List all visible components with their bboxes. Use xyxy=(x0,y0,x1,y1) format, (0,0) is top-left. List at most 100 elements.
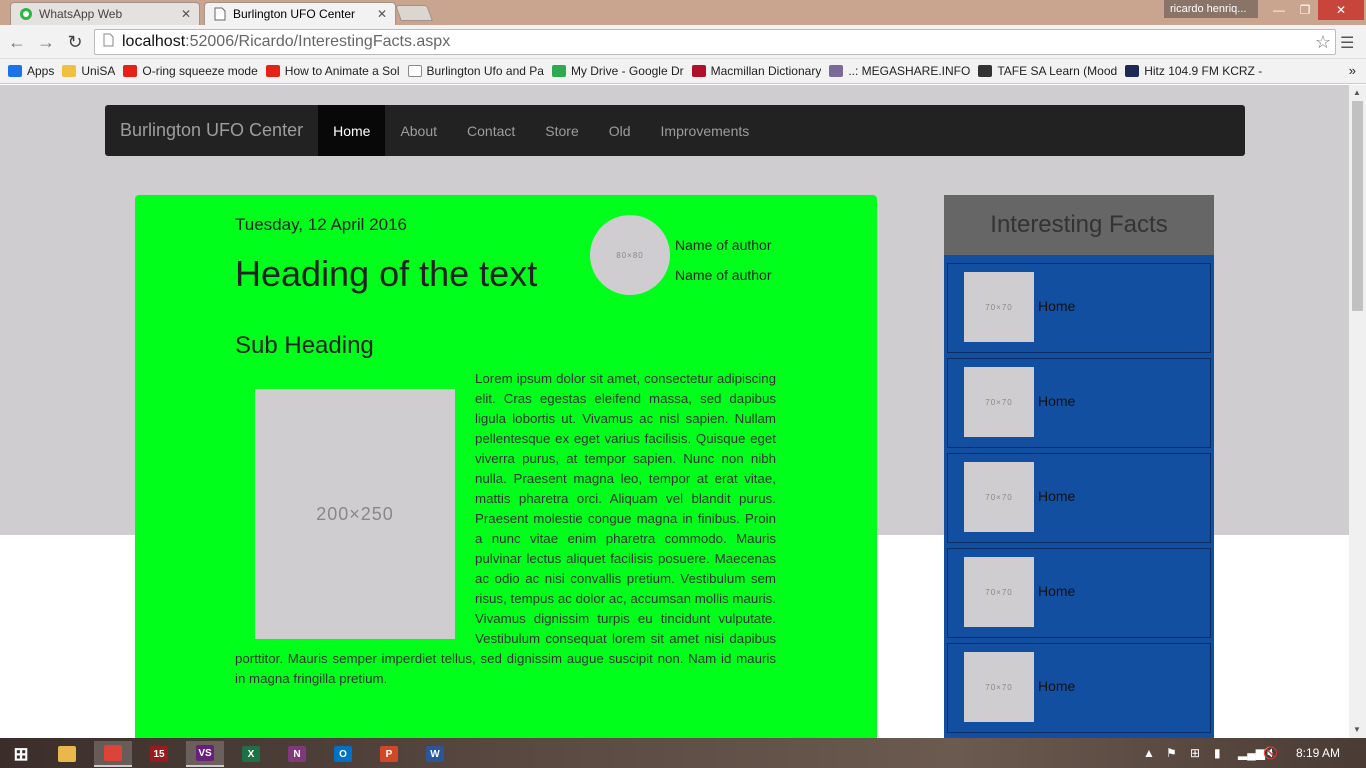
tab-whatsapp[interactable]: WhatsApp Web ✕ xyxy=(10,2,200,25)
nav-improvements[interactable]: Improvements xyxy=(646,105,765,156)
bookmark-item[interactable]: TAFE SA Learn (Mood xyxy=(978,64,1117,78)
volume-muted-icon[interactable]: 🔇 xyxy=(1263,746,1278,760)
word-icon: W xyxy=(426,746,444,762)
profile-button[interactable]: ricardo henriq... xyxy=(1164,0,1258,18)
folder-icon xyxy=(62,65,77,77)
bookmark-item[interactable]: Macmillan Dictionary xyxy=(691,64,822,78)
minimize-icon[interactable]: — xyxy=(1266,0,1292,20)
taskbar-app[interactable] xyxy=(94,741,132,767)
nav-old[interactable]: Old xyxy=(594,105,646,156)
facts-title: Interesting Facts xyxy=(944,195,1214,255)
macmillan-icon xyxy=(691,65,706,77)
windows-start-icon: ⊞ xyxy=(13,743,29,764)
article-subheading: Sub Heading xyxy=(235,332,374,359)
author-name: Name of author xyxy=(675,267,772,283)
close-icon[interactable]: ✕ xyxy=(181,7,191,21)
drive-icon xyxy=(551,65,566,77)
taskbar-app[interactable]: 15 xyxy=(140,741,178,767)
bookmark-item[interactable]: My Drive - Google Dr xyxy=(551,64,684,78)
taskbar-app[interactable]: X xyxy=(232,741,270,767)
restore-icon[interactable]: ❐ xyxy=(1292,0,1318,20)
fact-label[interactable]: Home xyxy=(1038,583,1075,599)
fact-label[interactable]: Home xyxy=(1038,393,1075,409)
bookmark-star-icon[interactable]: ☆ xyxy=(1315,32,1331,53)
powerpoint-icon: P xyxy=(380,746,398,762)
whatsapp-icon xyxy=(19,7,33,21)
bookmark-item[interactable]: Hitz 104.9 FM KCRZ - xyxy=(1125,64,1262,78)
fact-item[interactable]: 70×70 Home xyxy=(947,453,1211,543)
fact-label[interactable]: Home xyxy=(1038,678,1075,694)
bookmark-label: Macmillan Dictionary xyxy=(710,64,822,78)
fact-item[interactable]: 70×70 Home xyxy=(947,548,1211,638)
network-icon[interactable]: ▂▄▆ xyxy=(1238,746,1265,760)
bookmark-item[interactable]: ..: MEGASHARE.INFO xyxy=(829,64,970,78)
back-icon[interactable]: ← xyxy=(7,32,27,52)
scroll-down-icon[interactable]: ▼ xyxy=(1353,725,1361,734)
address-bar[interactable]: localhost:52006/Ricardo/InterestingFacts… xyxy=(94,29,1336,55)
taskbar-app[interactable]: ⊞ xyxy=(2,741,40,767)
bookmark-label: My Drive - Google Dr xyxy=(570,64,684,78)
fact-item[interactable]: 70×70 Home xyxy=(947,358,1211,448)
scroll-up-icon[interactable]: ▲ xyxy=(1353,88,1361,97)
tray-chevron-icon[interactable]: ▲ xyxy=(1143,746,1155,760)
radio-icon xyxy=(1125,65,1140,77)
battery-icon[interactable]: ▮ xyxy=(1214,746,1221,760)
bookmark-label: TAFE SA Learn (Mood xyxy=(997,64,1118,78)
nav-home[interactable]: Home xyxy=(318,105,386,156)
tab-title: Burlington UFO Center xyxy=(233,7,356,21)
article-date: Tuesday, 12 April 2016 xyxy=(235,215,408,234)
nav-about[interactable]: About xyxy=(385,105,452,156)
taskbar-clock[interactable]: 8:19 AM xyxy=(1296,746,1340,760)
taskbar-app[interactable]: O xyxy=(324,741,362,767)
browser-toolbar: ← → ↻ localhost:52006/Ricardo/Interestin… xyxy=(0,25,1366,59)
chrome-icon xyxy=(104,745,122,761)
bookmark-item[interactable]: Apps xyxy=(8,64,54,78)
scrollbar-thumb[interactable] xyxy=(1352,101,1363,311)
url-path: :52006/Ricardo/InterestingFacts.aspx xyxy=(185,33,451,50)
bookmark-item[interactable]: How to Animate a Sol xyxy=(265,64,400,78)
url-host: localhost xyxy=(122,33,186,50)
tab-burlington[interactable]: Burlington UFO Center ✕ xyxy=(204,2,396,25)
forward-icon[interactable]: → xyxy=(36,32,56,52)
youtube-icon xyxy=(265,65,280,77)
taskbar-app[interactable]: VS xyxy=(186,741,224,767)
bookmark-item[interactable]: Burlington Ufo and Pa xyxy=(407,64,544,78)
film-icon xyxy=(829,65,844,77)
action-center-icon[interactable]: ⚑ xyxy=(1166,746,1177,760)
fact-label[interactable]: Home xyxy=(1038,298,1075,314)
taskbar-app[interactable] xyxy=(48,741,86,767)
bookmarks-bar: Apps UniSA O-ring squeeze mode How to Anima… xyxy=(0,59,1366,84)
bookmark-label: Hitz 104.9 FM KCRZ - xyxy=(1144,64,1263,78)
bookmark-item[interactable]: UniSA xyxy=(62,64,115,78)
bookmark-label: O-ring squeeze mode xyxy=(142,64,258,78)
author-name: Name of author xyxy=(675,237,772,253)
interesting-facts-panel: Interesting Facts 70×70 Home 70×70 Home … xyxy=(944,195,1214,738)
windows-logo-icon[interactable]: ⊞ xyxy=(1190,746,1200,760)
fact-label[interactable]: Home xyxy=(1038,488,1075,504)
window-close-icon[interactable]: ✕ xyxy=(1318,0,1364,20)
new-tab-button[interactable] xyxy=(395,5,433,21)
nav-store[interactable]: Store xyxy=(530,105,593,156)
file-explorer-icon xyxy=(58,746,76,762)
bookmarks-overflow-icon[interactable]: » xyxy=(1349,63,1356,78)
reload-icon[interactable]: ↻ xyxy=(65,32,85,52)
article-panel: Tuesday, 12 April 2016 Heading of the te… xyxy=(135,195,877,738)
fact-item[interactable]: 70×70 Home xyxy=(947,263,1211,353)
site-brand[interactable]: Burlington UFO Center xyxy=(105,105,318,156)
page-icon xyxy=(213,7,227,21)
taskbar-app[interactable]: P xyxy=(370,741,408,767)
taskbar-app[interactable]: N xyxy=(278,741,316,767)
chrome-menu-icon[interactable]: ☰ xyxy=(1340,33,1354,53)
taskbar-app[interactable]: W xyxy=(416,741,454,767)
author-avatar: 80×80 xyxy=(590,215,670,295)
close-icon[interactable]: ✕ xyxy=(377,7,387,21)
fact-thumbnail: 70×70 xyxy=(964,462,1034,532)
apps-icon xyxy=(8,65,22,77)
nav-contact[interactable]: Contact xyxy=(452,105,530,156)
windows-taskbar: ▲ ⚑ ⊞ ▮ ▂▄▆ 🔇 8:19 AM ⊞ 15 VS X N O P W xyxy=(0,738,1366,768)
vertical-scrollbar[interactable]: ▲ ▼ xyxy=(1349,85,1366,738)
excel-icon: X xyxy=(242,746,260,762)
bookmark-item[interactable]: O-ring squeeze mode xyxy=(123,64,258,78)
fact-item[interactable]: 70×70 Home xyxy=(947,643,1211,733)
visual-studio-icon: VS xyxy=(196,745,214,761)
